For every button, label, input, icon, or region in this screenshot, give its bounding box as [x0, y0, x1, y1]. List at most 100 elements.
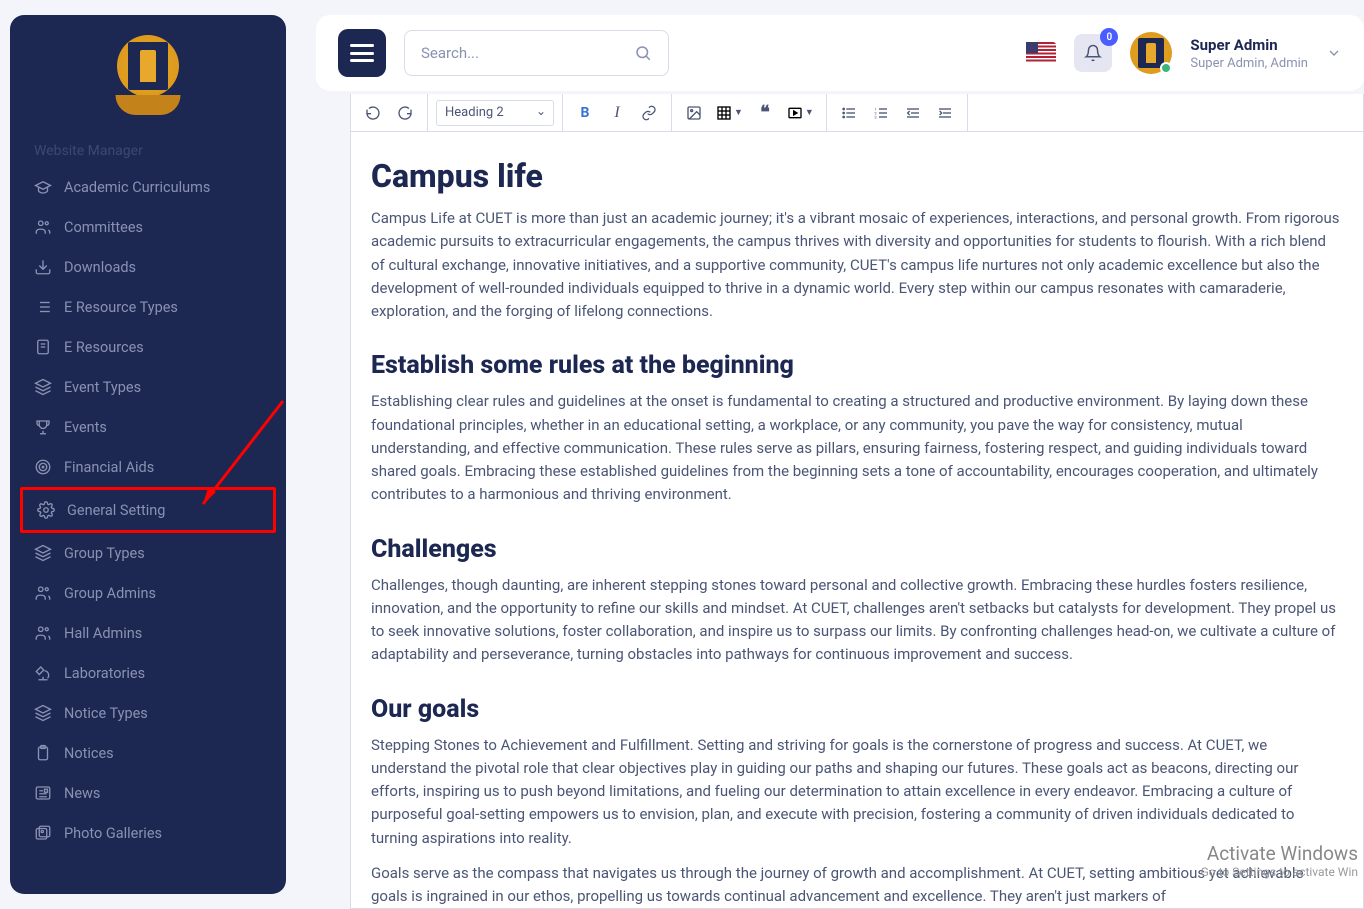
- sidebar-item-news[interactable]: News: [20, 773, 276, 813]
- user-role: Super Admin, Admin: [1190, 56, 1308, 71]
- sidebar-item-label: Committees: [64, 219, 143, 236]
- trophy-icon: [34, 418, 52, 436]
- image-button[interactable]: [680, 99, 708, 127]
- sidebar-item-label: Events: [64, 419, 107, 436]
- sidebar-item-label: Photo Galleries: [64, 825, 162, 842]
- sidebar-item-label: General Setting: [67, 502, 165, 519]
- numbered-list-icon: 123: [873, 105, 889, 121]
- content-p: Campus Life at CUET is more than just an…: [371, 207, 1343, 323]
- editor-content[interactable]: Campus life Campus Life at CUET is more …: [350, 132, 1364, 909]
- link-icon: [641, 105, 657, 121]
- search-icon: [634, 44, 652, 62]
- sidebar-item-academic-curriculums[interactable]: Academic Curriculums: [20, 167, 276, 207]
- user-avatar[interactable]: [1130, 32, 1172, 74]
- sidebar: Website Manager Academic Curriculums Comm…: [10, 15, 286, 894]
- sidebar-item-laboratories[interactable]: Laboratories: [20, 653, 276, 693]
- sidebar-item-label: Notices: [64, 745, 114, 762]
- sidebar-item-downloads[interactable]: Downloads: [20, 247, 276, 287]
- sidebar-item-label: Group Admins: [64, 585, 156, 602]
- sidebar-item-group-types[interactable]: Group Types: [20, 533, 276, 573]
- users-icon: [34, 584, 52, 602]
- redo-icon: [397, 105, 413, 121]
- menu-toggle-button[interactable]: [338, 29, 386, 77]
- media-button[interactable]: ▼: [783, 105, 818, 121]
- undo-button[interactable]: [359, 99, 387, 127]
- editor-toolbar: Heading 2 B I ▼ ❝ ▼ 123: [350, 94, 1364, 132]
- user-name: Super Admin: [1190, 36, 1308, 54]
- redo-button[interactable]: [391, 99, 419, 127]
- numbered-list-button[interactable]: 123: [867, 99, 895, 127]
- outdent-icon: [905, 105, 921, 121]
- sidebar-item-notices[interactable]: Notices: [20, 733, 276, 773]
- sidebar-item-events[interactable]: Events: [20, 407, 276, 447]
- sidebar-item-label: Laboratories: [64, 665, 145, 682]
- sidebar-item-committees[interactable]: Committees: [20, 207, 276, 247]
- content-h2: Establish some rules at the beginning: [371, 351, 1343, 380]
- notification-button[interactable]: 0: [1074, 34, 1112, 72]
- language-flag[interactable]: [1026, 42, 1056, 64]
- news-icon: [34, 784, 52, 802]
- content-p: Challenges, though daunting, are inheren…: [371, 574, 1343, 667]
- download-icon: [34, 258, 52, 276]
- content-h1: Campus life: [371, 157, 1343, 195]
- user-info: Super Admin Super Admin, Admin: [1190, 36, 1308, 71]
- clipboard-icon: [34, 744, 52, 762]
- heading-select[interactable]: Heading 2: [436, 100, 554, 126]
- users-icon: [34, 218, 52, 236]
- layers-icon: [34, 704, 52, 722]
- sidebar-item-photo-galleries[interactable]: Photo Galleries: [20, 813, 276, 853]
- target-icon: [34, 458, 52, 476]
- outdent-button[interactable]: [899, 99, 927, 127]
- content-p: Goals serve as the compass that navigate…: [371, 862, 1343, 909]
- hamburger-icon: [350, 44, 374, 62]
- undo-icon: [365, 105, 381, 121]
- users-icon: [34, 624, 52, 642]
- content-h2: Challenges: [371, 535, 1343, 564]
- quote-icon: ❝: [760, 102, 770, 123]
- table-button[interactable]: ▼: [712, 105, 747, 121]
- chevron-down-icon[interactable]: [1326, 45, 1342, 61]
- content-h2: Our goals: [371, 695, 1343, 724]
- sidebar-nav[interactable]: Website Manager Academic Curriculums Comm…: [10, 130, 286, 894]
- sidebar-item-e-resources[interactable]: E Resources: [20, 327, 276, 367]
- sidebar-item-financial-aids[interactable]: Financial Aids: [20, 447, 276, 487]
- bold-icon: B: [581, 105, 590, 121]
- quote-button[interactable]: ❝: [751, 99, 779, 127]
- sidebar-item-label: Financial Aids: [64, 459, 154, 476]
- logo-badge: [117, 35, 179, 115]
- sidebar-item-general-setting[interactable]: General Setting: [20, 487, 276, 533]
- link-button[interactable]: [635, 99, 663, 127]
- doc-icon: [34, 338, 52, 356]
- search-input[interactable]: [421, 44, 634, 62]
- online-status-dot: [1160, 62, 1172, 74]
- bell-icon: [1084, 44, 1102, 62]
- svg-text:3: 3: [874, 114, 876, 119]
- topbar: 0 Super Admin Super Admin, Admin: [316, 15, 1364, 91]
- sidebar-logo: [10, 15, 286, 130]
- sidebar-faded-item: Website Manager: [20, 135, 276, 167]
- media-icon: [787, 105, 803, 121]
- sidebar-item-label: Hall Admins: [64, 625, 142, 642]
- sidebar-item-hall-admins[interactable]: Hall Admins: [20, 613, 276, 653]
- grad-cap-icon: [34, 178, 52, 196]
- sidebar-item-notice-types[interactable]: Notice Types: [20, 693, 276, 733]
- bold-button[interactable]: B: [571, 99, 599, 127]
- sidebar-item-label: Group Types: [64, 545, 145, 562]
- sidebar-item-label: E Resources: [64, 339, 144, 356]
- main: 0 Super Admin Super Admin, Admin Heading…: [316, 15, 1364, 909]
- italic-button[interactable]: I: [603, 99, 631, 127]
- sidebar-item-label: Notice Types: [64, 705, 148, 722]
- bullet-list-button[interactable]: [835, 99, 863, 127]
- indent-button[interactable]: [931, 99, 959, 127]
- layers-icon: [34, 544, 52, 562]
- sidebar-item-label: Downloads: [64, 259, 136, 276]
- bullet-list-icon: [841, 105, 857, 121]
- sidebar-item-group-admins[interactable]: Group Admins: [20, 573, 276, 613]
- italic-icon: I: [614, 104, 619, 122]
- gear-icon: [37, 501, 55, 519]
- sidebar-item-event-types[interactable]: Event Types: [20, 367, 276, 407]
- search-box[interactable]: [404, 30, 669, 76]
- sidebar-item-e-resource-types[interactable]: E Resource Types: [20, 287, 276, 327]
- sidebar-item-label: Event Types: [64, 379, 141, 396]
- microscope-icon: [34, 664, 52, 682]
